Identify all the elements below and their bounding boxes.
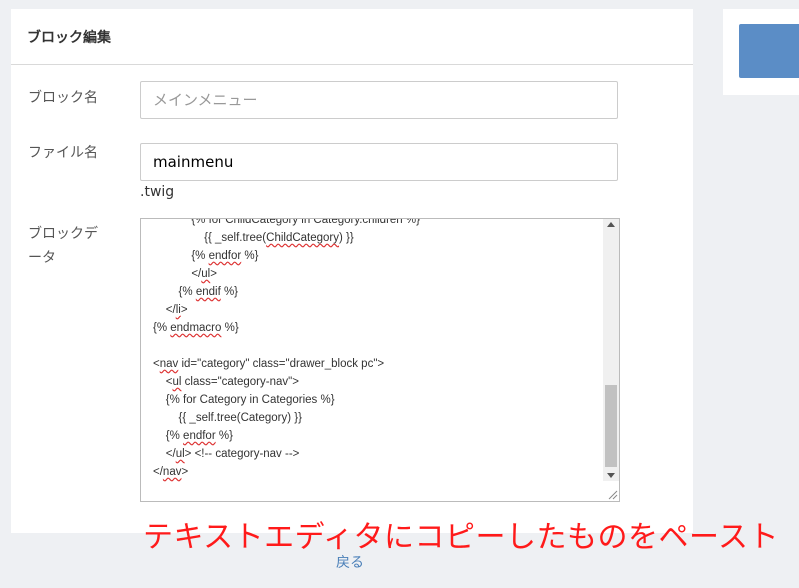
- code-line: <nav id="category" class="drawer_block p…: [153, 358, 385, 370]
- scroll-up-icon[interactable]: [607, 222, 615, 227]
- misspelled-word: endif: [195, 286, 221, 298]
- misspelled-word: nav: [162, 466, 182, 478]
- panel-title: ブロック編集: [11, 9, 693, 65]
- misspelled-word: endfor: [208, 250, 242, 262]
- misspelled-word: ul: [201, 268, 211, 280]
- misspelled-word: ul: [175, 448, 185, 460]
- code-line: {% endmacro %}: [153, 322, 239, 334]
- code-content: {% for ChildCategory in Category.childre…: [153, 218, 603, 481]
- block-name-label: ブロック名: [28, 90, 98, 106]
- block-edit-panel: ブロック編集 ブロック名 ファイル名 .twig ブロックデ ータ {% for…: [11, 9, 693, 533]
- code-line: </nav>: [153, 466, 189, 478]
- file-name-input[interactable]: [140, 143, 618, 181]
- code-line: {% for ChildCategory in Category.childre…: [153, 218, 420, 226]
- misspelled-word: ChildCategory: [266, 232, 340, 244]
- block-data-editor[interactable]: {% for ChildCategory in Category.childre…: [140, 218, 620, 502]
- file-name-label: ファイル名: [28, 145, 98, 161]
- code-line: {{ _self.tree(ChildCategory) }}: [153, 232, 354, 244]
- code-line: {% for Category in Categories %}: [153, 394, 335, 406]
- instruction-annotation: テキストエディタにコピーしたものをペースト: [143, 520, 779, 555]
- back-link[interactable]: 戻る: [336, 552, 364, 572]
- code-line: {% endif %}: [153, 286, 239, 298]
- block-name-input[interactable]: [140, 81, 618, 119]
- block-data-label: ブロックデ ータ: [28, 222, 138, 270]
- file-extension-suffix: .twig: [140, 184, 175, 200]
- misspelled-word: li: [175, 304, 181, 316]
- register-button[interactable]: [739, 24, 799, 78]
- code-line: <ul class="category-nav">: [153, 376, 299, 388]
- code-line: {% endfor %}: [153, 430, 233, 442]
- editor-scrollbar[interactable]: [603, 219, 619, 481]
- scroll-down-icon[interactable]: [607, 473, 615, 478]
- right-side-card: [723, 9, 799, 95]
- block-data-label-line2: ータ: [28, 250, 56, 266]
- misspelled-word: ul: [172, 376, 182, 388]
- code-line: </ul>: [153, 268, 217, 280]
- code-line: </li>: [153, 304, 188, 316]
- code-line: {{ _self.tree(Category) }}: [153, 412, 302, 424]
- misspelled-word: endmacro: [170, 322, 222, 334]
- code-line: </ul> <!-- category-nav -->: [153, 448, 300, 460]
- resize-grip-icon[interactable]: [606, 488, 618, 500]
- misspelled-word: endfor: [183, 430, 216, 442]
- code-line: {% endfor %}: [153, 250, 259, 262]
- block-data-label-line1: ブロックデ: [28, 226, 98, 242]
- scroll-thumb[interactable]: [605, 385, 617, 467]
- misspelled-word: nav: [159, 358, 179, 370]
